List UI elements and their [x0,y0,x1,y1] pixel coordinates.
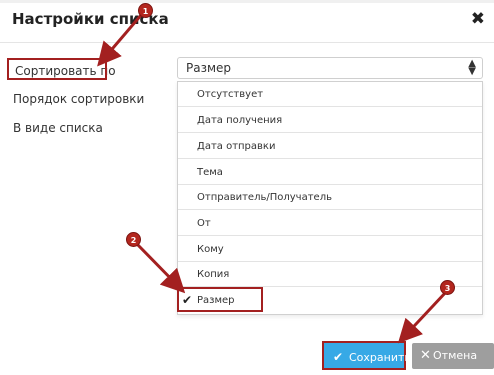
dropdown-option[interactable]: Копия [178,262,482,287]
option-label: Дата получения [197,115,283,126]
check-icon: ✔ [333,350,344,364]
updown-arrows-icon: ▲ ▼ [468,58,476,77]
option-label: От [197,218,211,229]
callout-badge-3: 3 [440,280,455,295]
option-divider [178,132,482,133]
option-label: Дата отправки [197,141,276,152]
dropdown-option[interactable]: Кому [178,237,482,262]
option-label: Тема [197,167,223,178]
sort-by-dropdown: Отсутствует Дата получения Дата отправки… [177,81,483,315]
dropdown-option[interactable]: Отправитель/Получатель [178,185,482,210]
dropdown-option[interactable]: От [178,211,482,236]
callout-badge-2: 2 [126,232,141,247]
dropdown-option[interactable]: Дата отправки [178,134,482,159]
save-button-label: Сохранить [349,351,411,364]
dropdown-option[interactable]: Отсутствует [178,82,482,107]
option-divider [178,209,482,210]
callout-arrow-2 [134,241,186,294]
cancel-button-label: Отмена [433,349,478,362]
x-icon: ✕ [420,348,431,363]
save-button[interactable]: ✔ Сохранить [322,341,411,370]
callout-badge-1: 1 [138,3,153,18]
option-divider [178,235,482,236]
list-view-label: В виде списка [13,121,103,135]
option-label: Отправитель/Получатель [197,192,332,203]
callout-box-selected-option [177,287,263,312]
callout-box-sort-label [7,58,107,80]
sort-by-select-value: Размер [186,61,232,75]
cancel-button[interactable]: ✕ Отмена [412,343,494,369]
sort-order-label: Порядок сортировки [13,92,145,106]
close-icon[interactable]: ✖ [471,9,485,29]
sort-by-select[interactable]: Размер ▲ ▼ [177,57,483,79]
option-divider [178,158,482,159]
list-settings-dialog: Настройки списка ✖ Сортировать по Порядо… [0,0,494,375]
option-label: Отсутствует [197,89,264,100]
dropdown-option[interactable]: Тема [178,160,482,185]
dropdown-option[interactable]: Дата получения [178,108,482,133]
option-label: Кому [197,244,224,255]
option-label: Копия [197,269,230,280]
option-divider [178,106,482,107]
dialog-header: Настройки списка ✖ [0,0,494,43]
